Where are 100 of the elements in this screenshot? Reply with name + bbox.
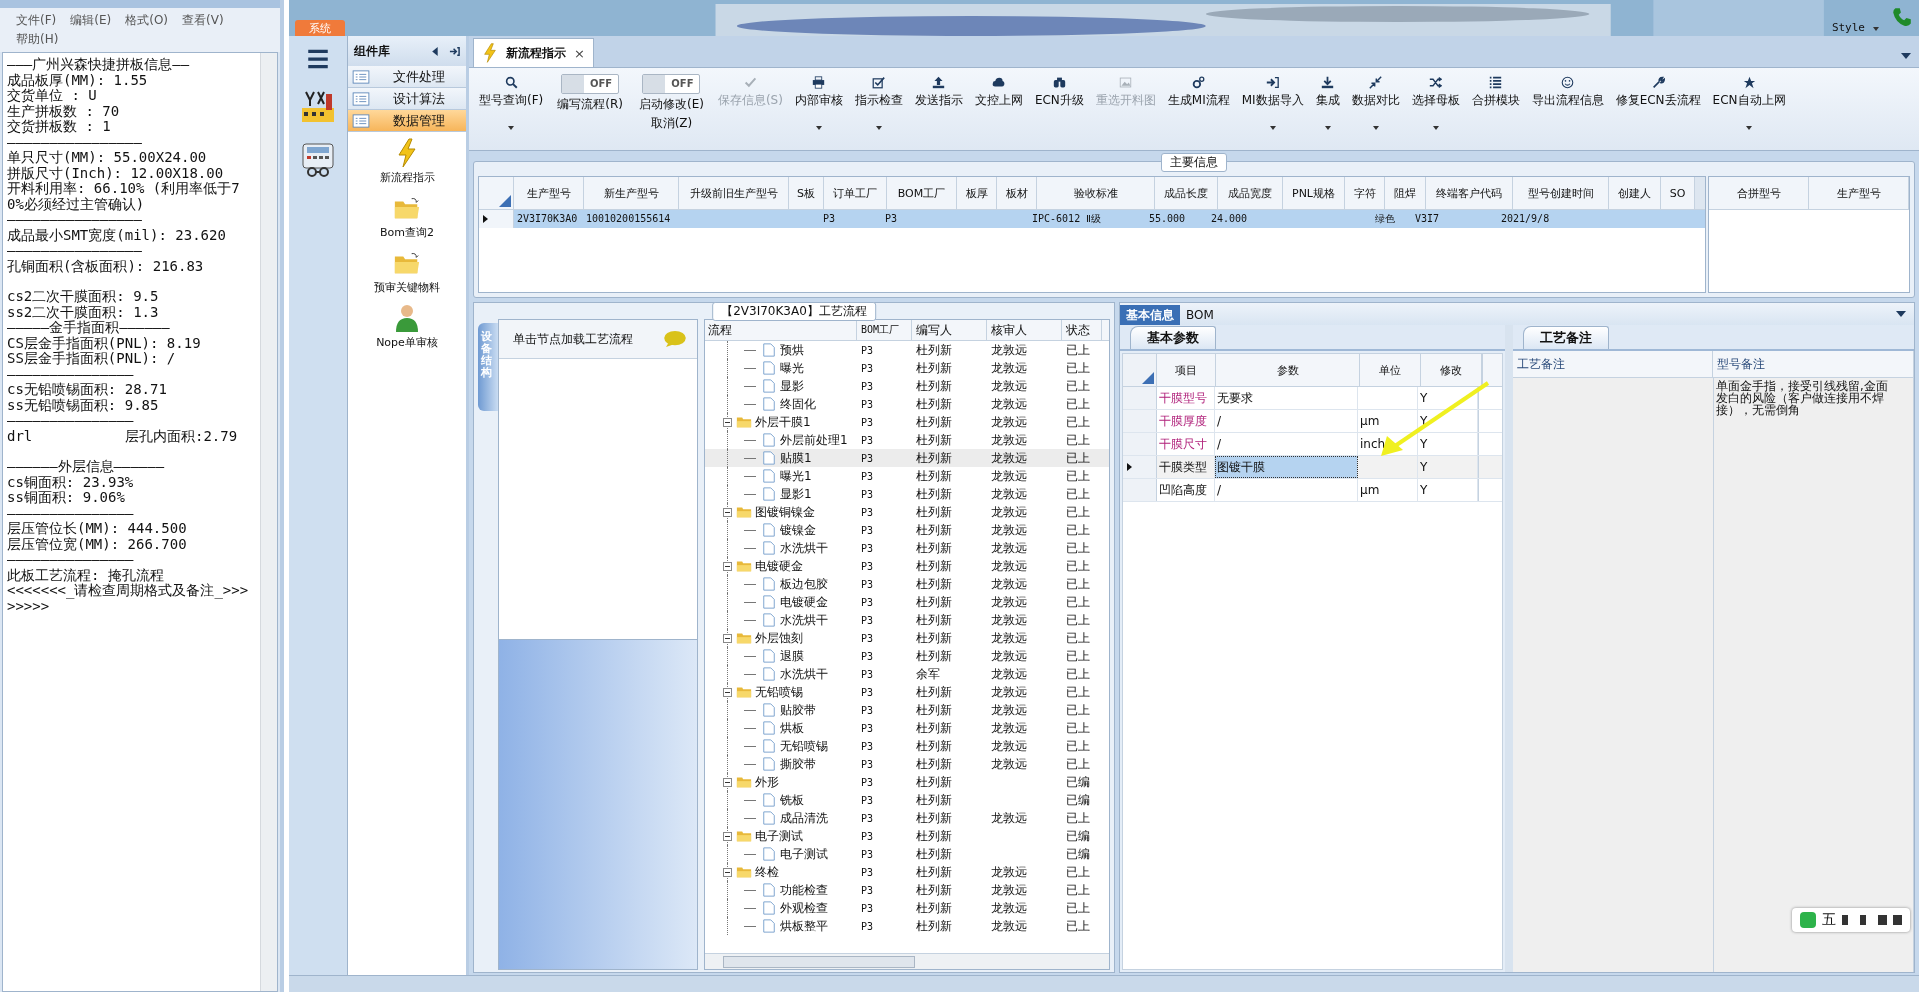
collapse-icon[interactable] bbox=[723, 867, 732, 877]
column-header[interactable]: PNL规格 bbox=[1283, 177, 1345, 209]
table-row[interactable]: 干膜类型 图镀干膜 Y bbox=[1123, 456, 1502, 479]
column-header[interactable]: 状态 bbox=[1062, 320, 1102, 340]
nav-item[interactable]: 预审关键物料 bbox=[374, 248, 440, 295]
column-header[interactable]: 合拼型号 bbox=[1709, 177, 1809, 209]
style-menu[interactable]: Style bbox=[1823, 21, 1873, 36]
tree-row[interactable]: 镀镍金 P3 杜列新 龙敦远 已上 bbox=[705, 521, 1109, 539]
toolbar-button[interactable]: 选择母板 bbox=[1405, 72, 1466, 134]
nav-group[interactable]: 数据管理 bbox=[348, 110, 466, 132]
document-tab[interactable]: 新流程指示 × bbox=[473, 38, 594, 67]
tree-row[interactable]: 成品清洗 P3 杜列新 龙敦远 已上 bbox=[705, 809, 1109, 827]
column-header[interactable]: 生产型号 bbox=[1809, 177, 1909, 209]
toolbar-button[interactable]: 修复ECN丢流程 bbox=[1609, 72, 1707, 113]
tree-row[interactable]: 撕胶带 P3 杜列新 龙敦远 已上 bbox=[705, 755, 1109, 773]
column-header[interactable]: 终端客户代码 bbox=[1426, 177, 1513, 209]
menu-item[interactable]: 帮助(H) bbox=[16, 31, 59, 48]
collapse-icon[interactable] bbox=[723, 417, 732, 427]
tree-row[interactable]: 曝光1 P3 杜列新 龙敦远 已上 bbox=[705, 467, 1109, 485]
column-header[interactable]: 成品宽度 bbox=[1218, 177, 1283, 209]
nav-item[interactable]: 新流程指示 bbox=[379, 138, 435, 185]
menu-item[interactable]: 编辑(E) bbox=[70, 12, 112, 29]
scrollbar[interactable] bbox=[260, 53, 277, 991]
tree-row[interactable]: 铣板 P3 杜列新 已编 bbox=[705, 791, 1109, 809]
column-header[interactable]: BOM工厂 bbox=[887, 177, 957, 209]
input-method-bar[interactable]: 五 bbox=[1792, 908, 1910, 932]
tree-row[interactable]: 无铅喷锡 P3 杜列新 龙敦远 已上 bbox=[705, 737, 1109, 755]
toolbar-button[interactable]: 型号查询(F) bbox=[473, 72, 550, 134]
panel-tab[interactable]: 基本参数 bbox=[1130, 326, 1216, 349]
column-header[interactable]: 新生产型号 bbox=[584, 177, 679, 209]
column-header[interactable]: 生产型号 bbox=[514, 177, 584, 209]
tree-row[interactable]: 曝光 P3 杜列新 龙敦远 已上 bbox=[705, 359, 1109, 377]
tree-row[interactable]: 烘板 P3 杜列新 龙敦远 已上 bbox=[705, 719, 1109, 737]
tree-row[interactable]: 退膜 P3 杜列新 龙敦远 已上 bbox=[705, 647, 1109, 665]
column-header[interactable]: 阻焊 bbox=[1385, 177, 1426, 209]
table-row[interactable]: 干膜型号 无要求 Y bbox=[1123, 387, 1502, 410]
panel-tab[interactable]: 工艺备注 bbox=[1523, 326, 1609, 349]
column-header[interactable]: 修改 bbox=[1421, 354, 1482, 386]
nav-item[interactable]: Bom查询2 bbox=[380, 193, 434, 240]
column-header[interactable]: S板 bbox=[789, 177, 824, 209]
close-button[interactable]: × bbox=[574, 45, 585, 61]
tree-row[interactable]: 外层前处理1 P3 杜列新 龙敦远 已上 bbox=[705, 431, 1109, 449]
column-header[interactable]: 订单工厂 bbox=[824, 177, 887, 209]
column-header[interactable]: 核审人 bbox=[987, 320, 1062, 340]
tree-row[interactable]: 贴胶带 P3 杜列新 龙敦远 已上 bbox=[705, 701, 1109, 719]
nav-group[interactable]: 文件处理 bbox=[348, 66, 466, 88]
nav-group[interactable]: 设计算法 bbox=[348, 88, 466, 110]
column-header[interactable]: 型号创建时间 bbox=[1513, 177, 1609, 209]
toolbar-button[interactable]: 生成MI流程 bbox=[1161, 72, 1236, 113]
toolbar-button[interactable]: 导出流程信息 bbox=[1525, 72, 1610, 113]
toolbar-button[interactable]: 发送指示 bbox=[908, 72, 969, 113]
collapse-icon[interactable] bbox=[723, 687, 732, 697]
column-header[interactable]: 成品长度 bbox=[1155, 177, 1218, 209]
collapse-icon[interactable] bbox=[723, 507, 732, 517]
tree-row[interactable]: 板边包胶 P3 杜列新 龙敦远 已上 bbox=[705, 575, 1109, 593]
menu-item[interactable]: 格式(O) bbox=[125, 12, 169, 29]
collapse-icon[interactable] bbox=[723, 777, 732, 787]
toolbar-button[interactable]: 合拼模块 bbox=[1465, 72, 1526, 113]
column-header[interactable]: 项目 bbox=[1157, 354, 1216, 386]
toggle-switch[interactable]: OFF bbox=[642, 74, 701, 94]
toolbar-button[interactable]: ECN自动上网 bbox=[1706, 72, 1792, 134]
column-header[interactable]: 参数 bbox=[1216, 354, 1360, 386]
toggle-switch[interactable]: OFF bbox=[561, 74, 620, 94]
toolbar-button[interactable]: MI数据导入 bbox=[1235, 72, 1310, 134]
toolbar-button[interactable]: ECN升级 bbox=[1028, 72, 1090, 113]
column-header[interactable]: 升级前旧生产型号 bbox=[679, 177, 789, 209]
collapse-icon[interactable] bbox=[430, 45, 441, 57]
column-header[interactable]: 板材 bbox=[997, 177, 1037, 209]
toolbar-button[interactable]: 内部审核 bbox=[788, 72, 849, 134]
table-row[interactable]: 干膜厚度 / μm Y bbox=[1123, 410, 1502, 433]
tree-row[interactable]: 外观检查 P3 杜列新 龙敦远 已上 bbox=[705, 899, 1109, 917]
column-header[interactable]: 板厚 bbox=[957, 177, 997, 209]
column-header[interactable]: BOM工厂 bbox=[857, 320, 912, 340]
column-header[interactable]: 字符 bbox=[1345, 177, 1385, 209]
table-row[interactable]: 2V3I70K3A0 10010200155614 P3 P3 IPC-6012 Ⅱ级 55.000 24.000 绿色 V3I7 2021/9/8 bbox=[479, 210, 1705, 228]
tree-row[interactable]: 水洗烘干 P3 杜列新 龙敦远 已上 bbox=[705, 611, 1109, 629]
nav-item[interactable]: Nope单审核 bbox=[376, 303, 438, 350]
tree-row[interactable]: 水洗烘干 P3 杜列新 龙敦远 已上 bbox=[705, 539, 1109, 557]
column-header[interactable]: 编写人 bbox=[912, 320, 987, 340]
scrollbar[interactable] bbox=[705, 953, 1109, 969]
table-row[interactable]: 凹陷高度 / μm Y bbox=[1123, 479, 1502, 502]
tree-row[interactable]: 功能检查 P3 杜列新 龙敦远 已上 bbox=[705, 881, 1109, 899]
tree-row[interactable]: 显影1 P3 杜列新 龙敦远 已上 bbox=[705, 485, 1109, 503]
sign-in-icon[interactable] bbox=[449, 45, 460, 57]
collapse-icon[interactable] bbox=[723, 831, 732, 841]
column-header[interactable]: 验收标准 bbox=[1037, 177, 1155, 209]
tab[interactable]: 基本信息 bbox=[1120, 305, 1180, 325]
menu-item[interactable]: 文件(F) bbox=[16, 12, 57, 29]
tree-row[interactable]: 显影 P3 杜列新 龙敦远 已上 bbox=[705, 377, 1109, 395]
collapse-icon[interactable] bbox=[723, 561, 732, 571]
toolbar-button[interactable]: 指示检查 bbox=[848, 72, 909, 134]
toolbar-button[interactable]: 文控上网 bbox=[968, 72, 1029, 113]
caret-icon[interactable] bbox=[1873, 27, 1879, 31]
tab[interactable]: BOM bbox=[1180, 305, 1220, 325]
tree-row[interactable]: 贴膜1 P3 杜列新 龙敦远 已上 bbox=[705, 449, 1109, 467]
caret-icon[interactable] bbox=[1896, 311, 1906, 317]
tree-row[interactable]: 终固化 P3 杜列新 龙敦远 已上 bbox=[705, 395, 1109, 413]
toolbar-button[interactable]: 集成 bbox=[1309, 72, 1346, 134]
column-header[interactable]: 单位 bbox=[1360, 354, 1421, 386]
menu-item[interactable]: 查看(V) bbox=[182, 12, 224, 29]
